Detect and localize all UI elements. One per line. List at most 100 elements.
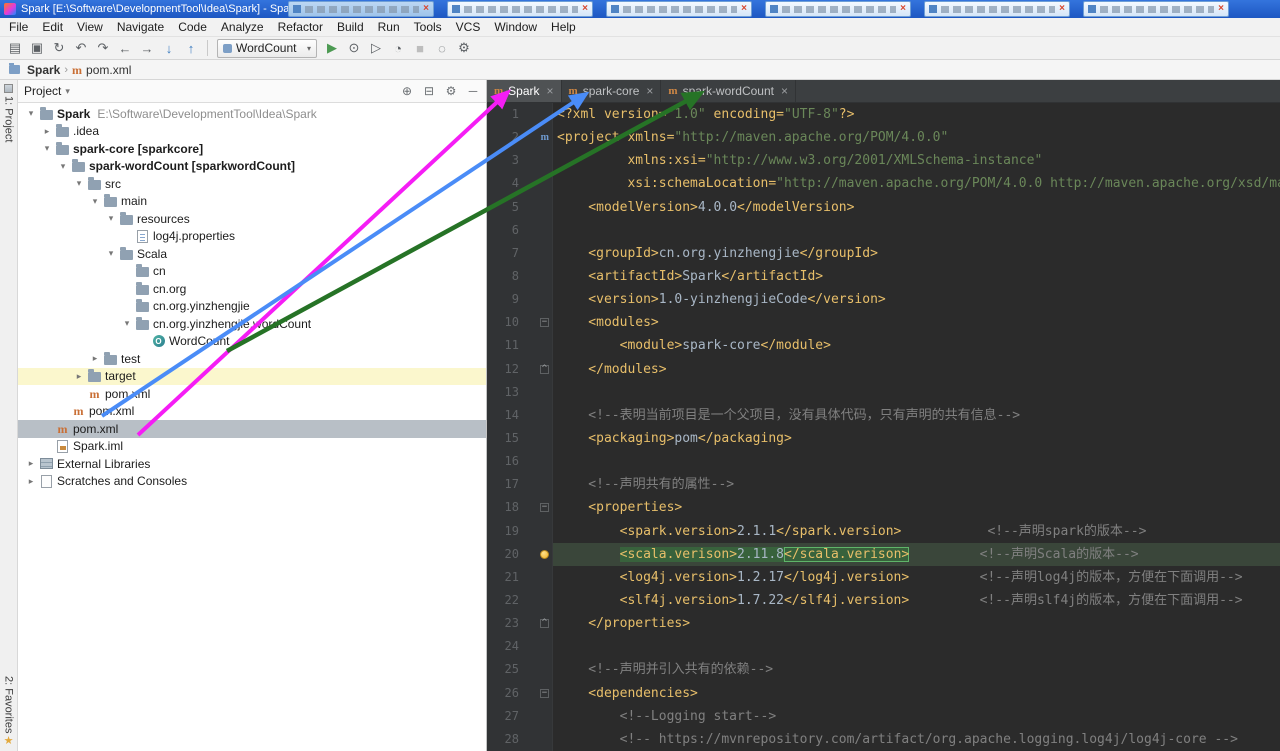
tree-item-idea[interactable]: ▸ .idea [18, 123, 486, 141]
expand-arrow-icon[interactable]: ▾ [104, 213, 118, 224]
tree-item-target[interactable]: ▸ target [18, 367, 486, 385]
expand-arrow-icon[interactable]: ▸ [24, 458, 38, 469]
close-icon[interactable]: × [423, 4, 429, 14]
hide-icon[interactable]: ─ [466, 84, 480, 98]
tree-item-pom-xml[interactable]: m pom.xml [18, 403, 486, 421]
expand-arrow-icon[interactable]: ▸ [88, 353, 102, 364]
tree-item-wordcount[interactable]: O WordCount [18, 333, 486, 351]
run-icon[interactable]: ▶ [321, 38, 343, 58]
menu-item-tools[interactable]: Tools [407, 18, 449, 36]
expand-arrow-icon[interactable]: ▾ [40, 143, 54, 154]
tree-item-cn-org-yinzhengjie-wordcount[interactable]: ▾ cn.org.yinzhengjie.wordCount [18, 315, 486, 333]
expand-arrow-icon[interactable]: ▾ [104, 248, 118, 259]
project-header-label[interactable]: Project [24, 84, 61, 98]
tree-item-cn-org-yinzhengjie[interactable]: cn.org.yinzhengjie [18, 298, 486, 316]
chevron-down-icon[interactable]: ▾ [65, 86, 70, 97]
tree-item-scratches-and-consoles[interactable]: ▸ Scratches and Consoles [18, 473, 486, 491]
profiler-icon[interactable]: ◔ [387, 38, 409, 58]
menu-item-refactor[interactable]: Refactor [271, 18, 330, 36]
tree-item-resources[interactable]: ▾ resources [18, 210, 486, 228]
run-config-select[interactable]: WordCount ▾ [217, 38, 317, 58]
expand-arrow-icon[interactable]: ▸ [24, 476, 38, 487]
forward-icon[interactable]: → [136, 38, 158, 58]
background-window-tab[interactable]: × [765, 1, 911, 17]
tree-item-external-libraries[interactable]: ▸ External Libraries [18, 455, 486, 473]
menu-item-edit[interactable]: Edit [35, 18, 70, 36]
close-icon[interactable]: × [900, 4, 906, 14]
tool-window-project-button[interactable]: 1: Project [0, 84, 17, 142]
debug-icon[interactable]: ⊙ [343, 38, 365, 58]
tree-item-main[interactable]: ▾ main [18, 193, 486, 211]
tool-window-favorites-button[interactable]: 2: Favorites ★ [0, 676, 17, 747]
undo-icon[interactable]: ↶ [70, 38, 92, 58]
settings-icon[interactable]: ⚙ [444, 84, 458, 98]
close-icon[interactable]: × [781, 84, 788, 98]
close-icon[interactable]: × [646, 84, 653, 98]
fold-marker-icon[interactable]: − [540, 503, 549, 513]
editor-tab-spark[interactable]: m Spark × [487, 80, 562, 102]
menu-item-code[interactable]: Code [171, 18, 214, 36]
tree-item-scala[interactable]: ▾ Scala [18, 245, 486, 263]
tree-item-spark-wordcount-sparkwordcount[interactable]: ▾ spark-wordCount [sparkwordCount] [18, 158, 486, 176]
coverage-icon[interactable]: ▷ [365, 38, 387, 58]
tree-item-log4j-properties[interactable]: log4j.properties [18, 228, 486, 246]
menu-item-file[interactable]: File [2, 18, 35, 36]
background-window-tab[interactable]: × [924, 1, 1070, 17]
sync-icon[interactable]: ↻ [48, 38, 70, 58]
stop-icon[interactable]: ■ [409, 38, 431, 58]
tree-item-test[interactable]: ▸ test [18, 350, 486, 368]
menu-item-build[interactable]: Build [330, 18, 371, 36]
background-window-tab[interactable]: × [447, 1, 593, 17]
close-icon[interactable]: × [1218, 4, 1224, 14]
back-icon[interactable]: ← [114, 38, 136, 58]
vcs-commit-icon[interactable]: ↑ [180, 38, 202, 58]
editor-tab-spark-core[interactable]: m spark-core × [561, 80, 662, 102]
tree-item-src[interactable]: ▾ src [18, 175, 486, 193]
menu-item-run[interactable]: Run [371, 18, 407, 36]
breadcrumb-project[interactable]: Spark [27, 63, 60, 77]
expand-arrow-icon[interactable]: ▾ [120, 318, 134, 329]
tree-item-spark-core-sparkcore[interactable]: ▾ spark-core [sparkcore] [18, 140, 486, 158]
redo-icon[interactable]: ↷ [92, 38, 114, 58]
menu-item-view[interactable]: View [70, 18, 110, 36]
menu-item-vcs[interactable]: VCS [449, 18, 488, 36]
close-icon[interactable]: × [547, 84, 554, 98]
tree-item-spark[interactable]: ▾ Spark E:\Software\DevelopmentTool\Idea\S… [18, 105, 486, 123]
close-icon[interactable]: × [741, 4, 747, 14]
expand-arrow-icon[interactable]: ▾ [72, 178, 86, 189]
locate-icon[interactable]: ⊕ [400, 84, 414, 98]
menu-item-window[interactable]: Window [487, 18, 544, 36]
close-icon[interactable]: × [582, 4, 588, 14]
expand-arrow-icon[interactable]: ▸ [40, 126, 54, 137]
expand-arrow-icon[interactable]: ▾ [24, 108, 38, 119]
vcs-update-icon[interactable]: ↓ [158, 38, 180, 58]
tree-item-spark-iml[interactable]: Spark.iml [18, 438, 486, 456]
collapse-all-icon[interactable]: ⊟ [422, 84, 436, 98]
settings-icon[interactable]: ⚙ [453, 38, 475, 58]
tree-item-pom-xml[interactable]: m pom.xml [18, 420, 486, 438]
fold-marker-icon[interactable]: ^ [540, 619, 549, 629]
expand-arrow-icon[interactable]: ▾ [88, 196, 102, 207]
tree-item-pom-xml[interactable]: m pom.xml [18, 385, 486, 403]
close-icon[interactable]: × [1059, 4, 1065, 14]
fold-marker-icon[interactable]: − [540, 318, 549, 328]
search-icon[interactable]: ◌ [431, 38, 453, 58]
fold-marker-icon[interactable]: − [540, 688, 549, 698]
expand-arrow-icon[interactable]: ▸ [72, 371, 86, 382]
open-icon[interactable]: ▤ [4, 38, 26, 58]
expand-arrow-icon[interactable]: ▾ [56, 161, 70, 172]
breadcrumb-file[interactable]: pom.xml [86, 63, 131, 77]
menu-item-help[interactable]: Help [544, 18, 583, 36]
editor-tab-spark-wordcount[interactable]: m spark-wordCount × [661, 80, 796, 102]
editor-content[interactable]: 1 <?xml version="1.0" encoding="UTF-8"?> 2… [487, 103, 1280, 751]
background-window-tab[interactable]: × [606, 1, 752, 17]
menu-item-analyze[interactable]: Analyze [214, 18, 271, 36]
background-window-tab[interactable]: × [288, 1, 434, 17]
fold-marker-icon[interactable]: ^ [540, 364, 549, 374]
save-all-icon[interactable]: ▣ [26, 38, 48, 58]
tree-item-cn[interactable]: cn [18, 263, 486, 281]
background-window-tab[interactable]: × [1083, 1, 1229, 17]
tree-item-cn-org[interactable]: cn.org [18, 280, 486, 298]
menu-item-navigate[interactable]: Navigate [110, 18, 171, 36]
